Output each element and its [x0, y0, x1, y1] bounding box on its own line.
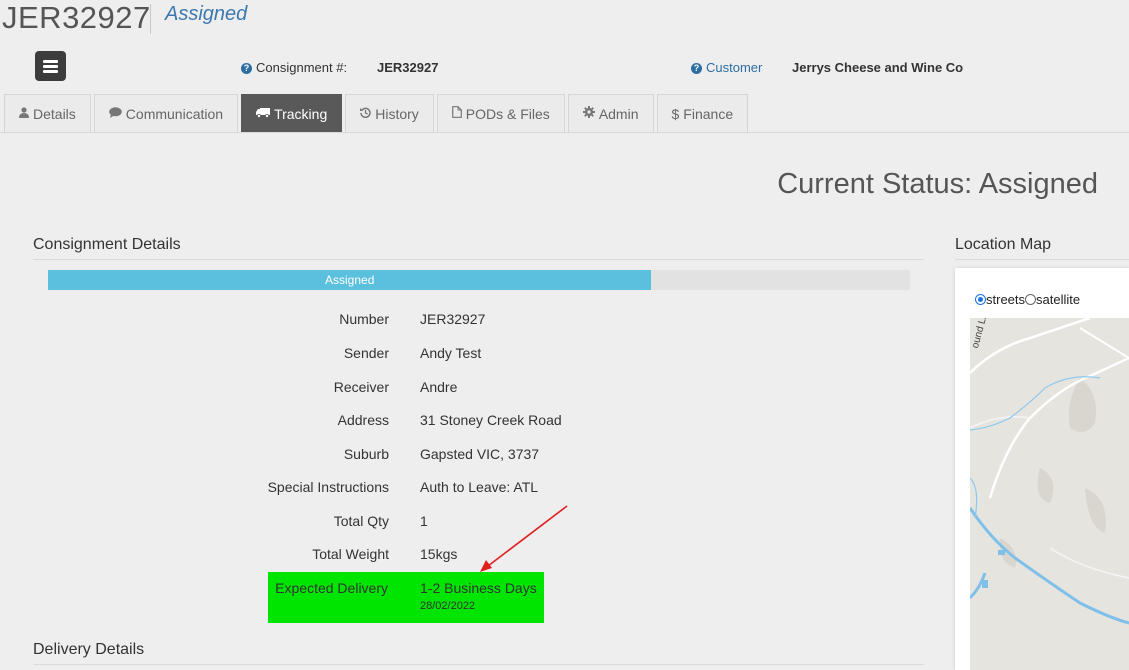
- history-icon: [360, 107, 371, 121]
- address-value: 31 Stoney Creek Road: [420, 412, 562, 428]
- map-type-toggle: streets satellite: [969, 283, 1094, 317]
- tab-communication[interactable]: Communication: [93, 94, 239, 132]
- total-weight-label: Total Weight: [312, 546, 389, 562]
- total-qty-label: Total Qty: [333, 513, 389, 529]
- consignment-id-heading: JER32927: [2, 0, 151, 35]
- expected-delivery-date: 28/02/2022: [420, 600, 476, 612]
- expected-delivery-value: 1-2 Business Days: [420, 580, 537, 596]
- gear-icon: [582, 106, 595, 121]
- tab-pods-files[interactable]: PODs & Files: [436, 94, 565, 132]
- user-icon: [19, 106, 29, 121]
- progress-bar: Assigned: [48, 270, 910, 290]
- current-status-heading: Current Status: Assigned: [777, 168, 1098, 200]
- tab-finance[interactable]: $ Finance: [656, 94, 749, 132]
- receiver-value: Andre: [420, 379, 458, 395]
- map-panel: ound Ln streets satellite: [955, 268, 1129, 670]
- file-icon: [451, 106, 462, 121]
- expected-delivery-label: Expected Delivery: [275, 580, 388, 596]
- road-label: ound Ln: [970, 318, 990, 350]
- section-divider: [33, 259, 924, 260]
- consignment-status-heading: Assigned: [165, 3, 248, 25]
- menu-button[interactable]: [35, 51, 66, 81]
- suburb-label: Suburb: [343, 446, 389, 462]
- satellite-option[interactable]: satellite: [1025, 292, 1080, 307]
- tab-underline: [0, 132, 1129, 133]
- tab-history[interactable]: History: [345, 94, 434, 132]
- consignment-details-title: Consignment Details: [33, 236, 181, 253]
- receiver-label: Receiver: [333, 379, 389, 395]
- streets-option[interactable]: streets: [975, 292, 1025, 307]
- tab-bar: Details Communication Tracking History P…: [4, 94, 751, 132]
- customer-name: Jerrys Cheese and Wine Co: [792, 60, 964, 75]
- section-divider: [955, 259, 1129, 260]
- total-qty-value: 1: [420, 513, 428, 529]
- truck-icon: [256, 107, 271, 121]
- tab-tracking[interactable]: Tracking: [241, 94, 343, 132]
- streets-radio[interactable]: [975, 294, 986, 305]
- tab-details[interactable]: Details: [4, 94, 91, 132]
- comment-icon: [108, 106, 122, 121]
- number-value: JER32927: [420, 311, 486, 327]
- location-map-title: Location Map: [955, 236, 1052, 253]
- special-instructions-label: Special Instructions: [267, 479, 389, 495]
- section-divider: [33, 664, 924, 665]
- satellite-radio[interactable]: [1025, 294, 1037, 305]
- consignment-number-value: JER32927: [377, 60, 439, 75]
- sender-value: Andy Test: [420, 345, 482, 361]
- customer-link[interactable]: ? Customer: [691, 60, 762, 75]
- sender-label: Sender: [343, 345, 389, 361]
- delivery-details-title: Delivery Details: [33, 641, 145, 658]
- consignment-number-label: ? Consignment #:: [241, 60, 347, 75]
- address-label: Address: [337, 412, 389, 428]
- question-circle-icon[interactable]: ?: [241, 63, 252, 74]
- dollar-icon: $: [671, 105, 680, 122]
- progress-bar-fill: Assigned: [48, 270, 652, 290]
- suburb-value: Gapsted VIC, 3737: [420, 446, 540, 462]
- special-instructions-value: Auth to Leave: ATL: [420, 479, 539, 495]
- annotation-arrow: [480, 505, 568, 572]
- question-circle-icon[interactable]: ?: [691, 63, 702, 74]
- tab-admin[interactable]: Admin: [567, 94, 654, 132]
- total-weight-value: 15kgs: [420, 546, 458, 562]
- map-canvas[interactable]: ound Ln: [970, 318, 1129, 670]
- number-label: Number: [339, 311, 389, 327]
- header-divider: [150, 4, 151, 34]
